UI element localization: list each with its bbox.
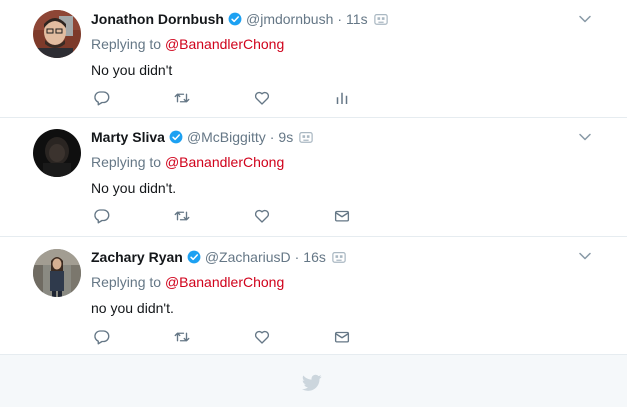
tweet-header: Marty Sliva @McBiggitty · 9s bbox=[91, 128, 597, 146]
direct-message-icon[interactable] bbox=[333, 328, 353, 348]
chevron-down-icon[interactable] bbox=[578, 249, 592, 263]
separator-dot: · bbox=[337, 11, 343, 27]
author-name[interactable]: Jonathon Dornbush bbox=[91, 11, 224, 27]
author-handle[interactable]: @ZachariusD bbox=[205, 249, 291, 265]
like-heart-icon[interactable] bbox=[253, 328, 273, 348]
replying-to: Replying to @BanandlerChong bbox=[91, 154, 597, 172]
replying-prefix: Replying to bbox=[91, 36, 162, 52]
chevron-down-icon[interactable] bbox=[578, 130, 592, 144]
separator-dot: · bbox=[269, 129, 275, 145]
timestamp[interactable]: 11s bbox=[346, 11, 368, 27]
retweet-icon[interactable] bbox=[173, 328, 193, 348]
replying-prefix: Replying to bbox=[91, 154, 162, 170]
tweet-feed: Jonathon Dornbush @jmdornbush · 11s Repl… bbox=[0, 0, 627, 407]
tweet[interactable]: Marty Sliva @McBiggitty · 9s Replying to… bbox=[0, 118, 627, 237]
tweet-actions bbox=[91, 89, 351, 109]
verified-badge-icon bbox=[228, 12, 242, 26]
tweetdeck-app-icon bbox=[373, 12, 388, 26]
tweet-actions bbox=[91, 328, 351, 348]
tweet-text: no you didn't. bbox=[91, 300, 174, 316]
tweetdeck-app-icon bbox=[332, 250, 346, 264]
avatar[interactable] bbox=[33, 249, 81, 297]
avatar[interactable] bbox=[33, 129, 81, 177]
tweet-content: Jonathon Dornbush @jmdornbush · 11s Repl… bbox=[91, 10, 597, 80]
reply-icon[interactable] bbox=[93, 89, 113, 109]
tweet-text: No you didn't bbox=[91, 62, 173, 78]
avatar[interactable] bbox=[33, 10, 81, 58]
tweet-text: No you didn't. bbox=[91, 180, 177, 196]
tweet[interactable]: Jonathon Dornbush @jmdornbush · 11s Repl… bbox=[0, 0, 627, 118]
tweet[interactable]: Zachary Ryan @ZachariusD · 16s Replying … bbox=[0, 237, 627, 355]
replying-to-mention[interactable]: @BanandlerChong bbox=[165, 154, 284, 170]
separator-dot: · bbox=[294, 249, 300, 265]
tweet-header: Jonathon Dornbush @jmdornbush · 11s bbox=[91, 10, 597, 28]
timestamp[interactable]: 16s bbox=[303, 249, 326, 265]
verified-badge-icon bbox=[187, 250, 201, 264]
author-name[interactable]: Zachary Ryan bbox=[91, 249, 183, 265]
author-handle[interactable]: @jmdornbush bbox=[246, 11, 333, 27]
reply-icon[interactable] bbox=[93, 328, 113, 348]
reply-icon[interactable] bbox=[93, 207, 113, 227]
timestamp[interactable]: 9s bbox=[278, 129, 293, 145]
replying-to: Replying to @BanandlerChong bbox=[91, 274, 597, 292]
chevron-down-icon[interactable] bbox=[578, 12, 592, 26]
replying-to: Replying to @BanandlerChong bbox=[91, 36, 597, 54]
replying-to-mention[interactable]: @BanandlerChong bbox=[165, 274, 284, 290]
timeline-footer bbox=[0, 355, 627, 407]
tweetdeck-app-icon bbox=[299, 130, 313, 144]
like-heart-icon[interactable] bbox=[253, 89, 273, 109]
verified-badge-icon bbox=[169, 130, 183, 144]
direct-message-icon[interactable] bbox=[333, 207, 353, 227]
tweet-actions bbox=[91, 207, 351, 227]
author-name[interactable]: Marty Sliva bbox=[91, 129, 165, 145]
retweet-icon[interactable] bbox=[173, 89, 193, 109]
retweet-icon[interactable] bbox=[173, 207, 193, 227]
tweet-content: Marty Sliva @McBiggitty · 9s Replying to… bbox=[91, 128, 597, 198]
replying-to-mention[interactable]: @BanandlerChong bbox=[165, 36, 284, 52]
author-handle[interactable]: @McBiggitty bbox=[187, 129, 266, 145]
replying-prefix: Replying to bbox=[91, 274, 162, 290]
tweet-header: Zachary Ryan @ZachariusD · 16s bbox=[91, 248, 597, 266]
tweet-content: Zachary Ryan @ZachariusD · 16s Replying … bbox=[91, 248, 597, 318]
analytics-icon[interactable] bbox=[333, 89, 353, 109]
twitter-bird-icon bbox=[302, 374, 322, 392]
like-heart-icon[interactable] bbox=[253, 207, 273, 227]
